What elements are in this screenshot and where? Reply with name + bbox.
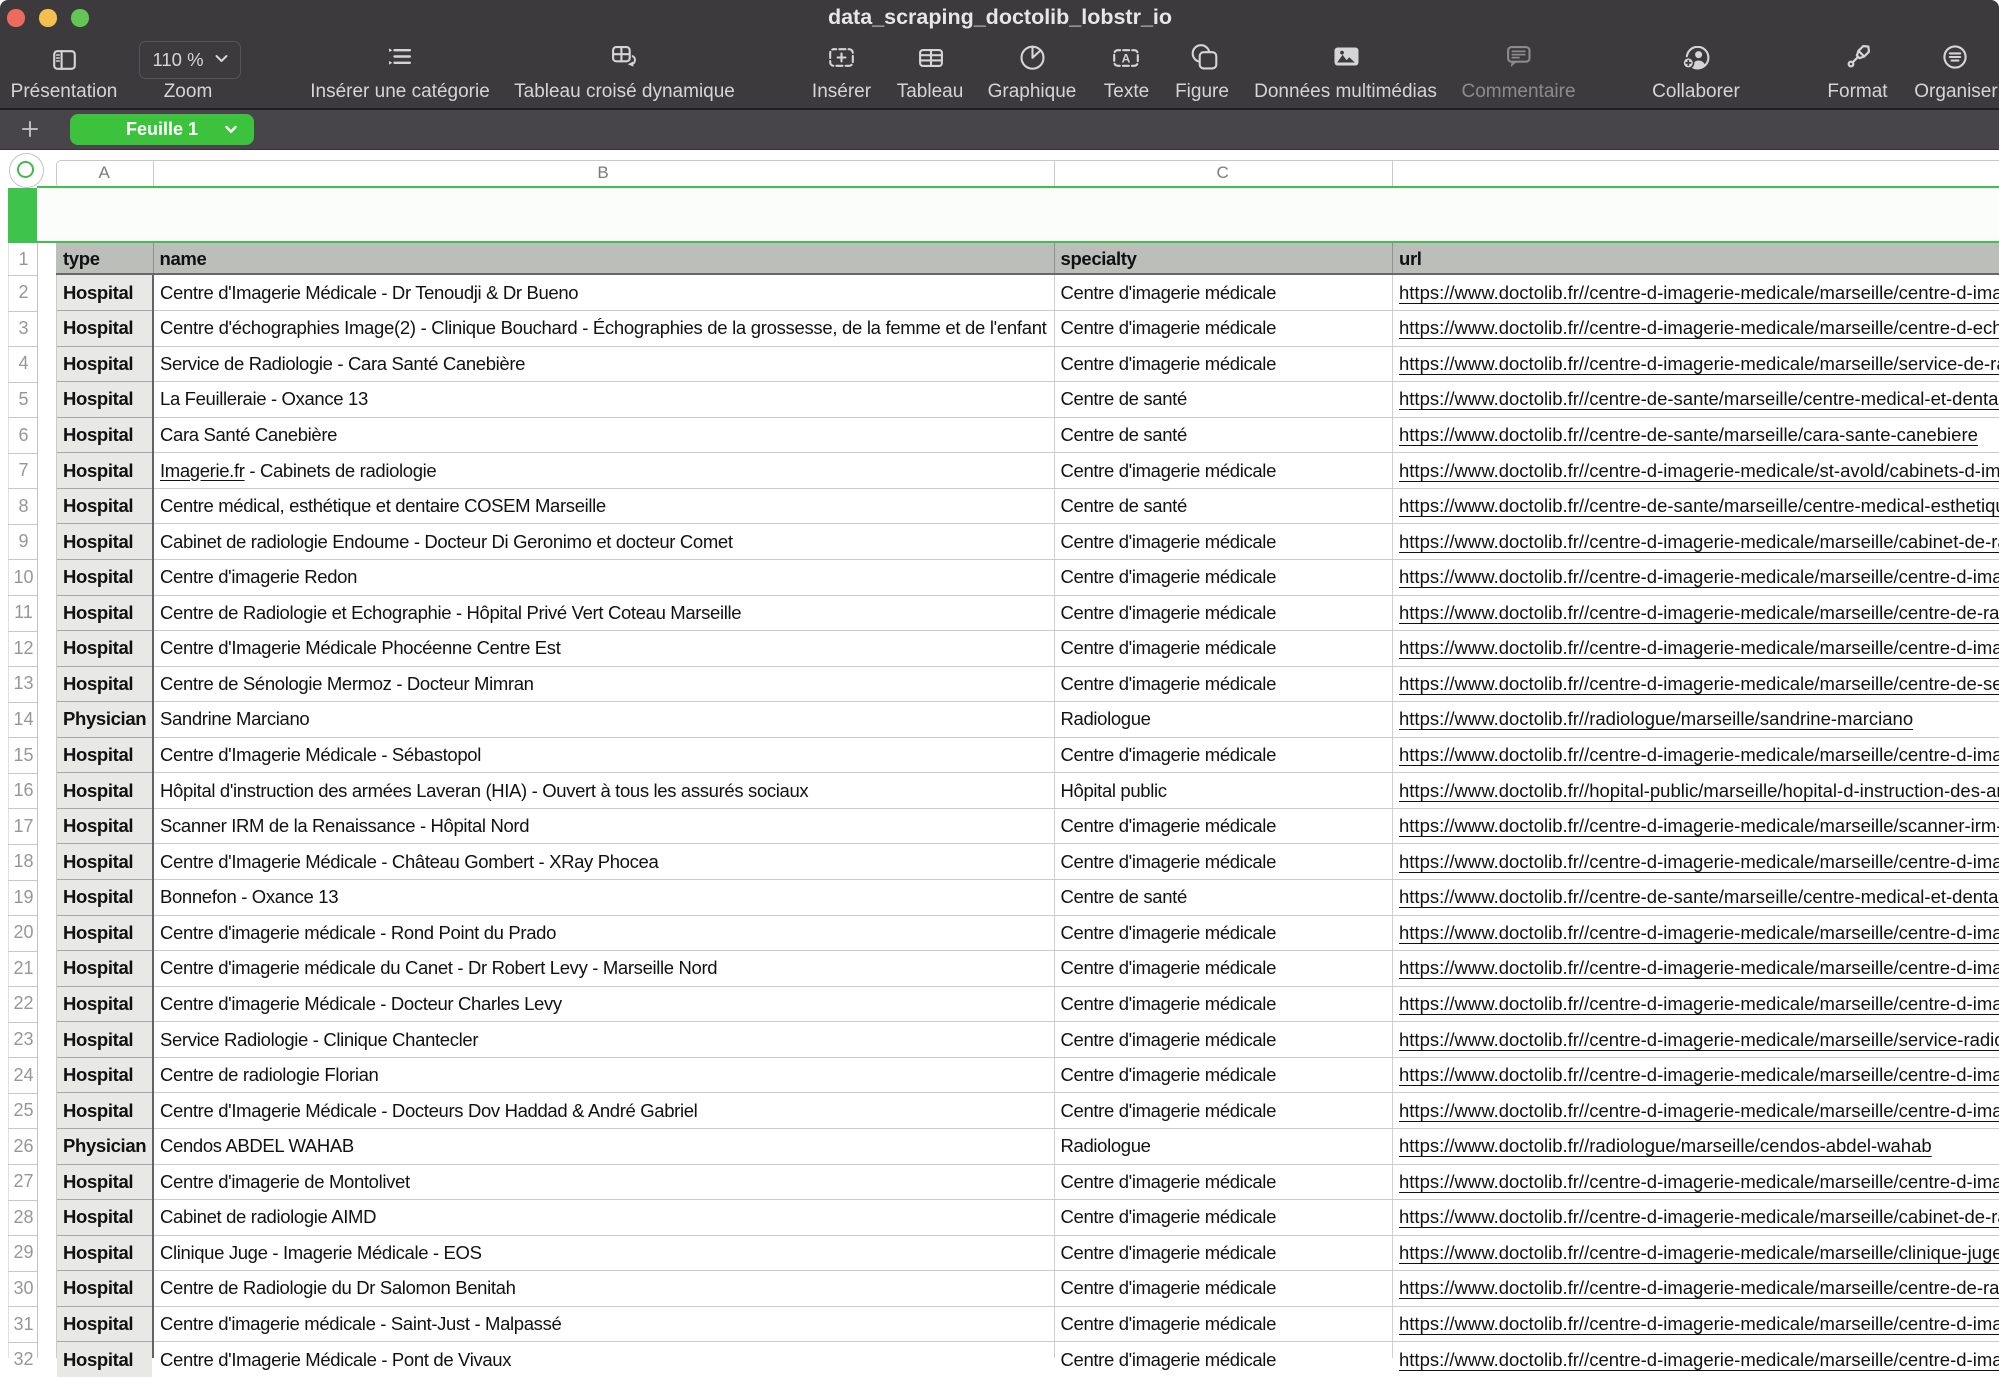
svg-text:A: A (1121, 52, 1130, 66)
